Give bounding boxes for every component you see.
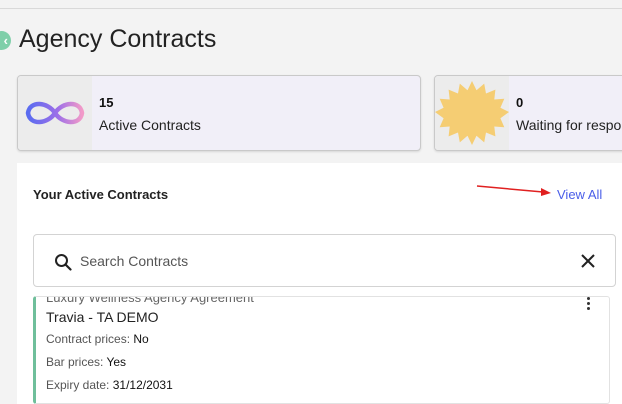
sunburst-icon — [435, 81, 509, 145]
active-contracts-card[interactable]: 15 Active Contracts — [17, 75, 421, 151]
contract-agency-name: Travia - TA DEMO — [46, 309, 159, 325]
contract-prices-label: Contract prices: — [46, 332, 131, 346]
bar-prices-row: Bar prices: Yes — [46, 355, 126, 369]
search-icon — [55, 254, 72, 271]
contract-title-cutoff: Luxury Wellness Agency Agreement — [46, 296, 254, 305]
active-contracts-count: 15 — [99, 95, 114, 110]
active-contracts-label: Active Contracts — [99, 117, 201, 133]
panel-heading: Your Active Contracts — [33, 187, 169, 202]
collapse-sidebar-button[interactable]: ‹ — [0, 31, 11, 50]
expiry-date-value: 31/12/2031 — [112, 378, 173, 392]
page-title: Agency Contracts — [19, 25, 217, 53]
waiting-response-label: Waiting for response — [516, 117, 622, 133]
waiting-response-count: 0 — [516, 95, 524, 110]
close-icon[interactable] — [581, 254, 595, 268]
infinity-icon — [25, 101, 85, 125]
view-all-link[interactable]: View All — [557, 187, 602, 202]
stat-icon-area — [18, 76, 92, 150]
search-input[interactable] — [80, 245, 560, 277]
bar-prices-value: Yes — [106, 355, 127, 369]
stat-icon-area — [435, 76, 509, 150]
expiry-date-label: Expiry date: — [46, 378, 110, 392]
annotation-arrow — [476, 185, 551, 196]
contract-card[interactable]: Luxury Wellness Agency Agreement Travia … — [33, 296, 610, 404]
expiry-date-row: Expiry date: 31/12/2031 — [46, 378, 173, 392]
active-contracts-panel: Your Active Contracts View All Luxury We… — [17, 163, 622, 404]
contract-prices-row: Contract prices: No — [46, 332, 149, 346]
top-divider — [0, 0, 622, 9]
waiting-response-card[interactable]: 0 Waiting for response — [434, 75, 622, 151]
more-options-icon[interactable] — [585, 297, 591, 313]
contract-prices-value: No — [133, 332, 149, 346]
chevron-left-icon: ‹ — [3, 33, 8, 48]
search-box — [33, 234, 616, 287]
bar-prices-label: Bar prices: — [46, 355, 104, 369]
